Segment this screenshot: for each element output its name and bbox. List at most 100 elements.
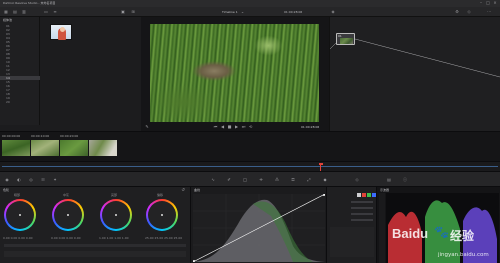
scope-scale	[379, 193, 385, 263]
channel-g-button[interactable]	[367, 193, 371, 197]
channel-y-button[interactable]	[357, 193, 361, 197]
slider-2[interactable]	[351, 207, 373, 209]
slider-3[interactable]	[351, 213, 373, 215]
blur-icon[interactable]: ⁂	[274, 177, 280, 182]
watermark-cn: 经验	[450, 229, 475, 243]
curve-point-start	[193, 260, 195, 262]
color-wheels-panel: 色轮 ↺ 暗部 0.00 0.00 0.00 0.00 中灰 0.00 0.00…	[0, 187, 190, 263]
top-toolbar: ▦ ▤ ▥ ▭ ≡ ▣ ⊞ Timeline 1 ⌄ 01:00:28:06 ◈…	[0, 7, 500, 17]
curve-point-end	[323, 194, 325, 196]
skip-start-icon[interactable]: ⏮	[213, 124, 218, 129]
media-pool-panel: 媒体池 01 02 03 04 05 06 07 08 09 10 11 12 …	[0, 17, 40, 125]
wheel-values-gain: 1.00 1.00 1.00 1.00	[99, 236, 129, 240]
play-icon[interactable]: ▶	[234, 124, 239, 129]
reset-wheels-icon[interactable]: ↺	[180, 187, 186, 192]
clip-label-2: 00:00:10:00	[31, 134, 50, 138]
stop-icon[interactable]: ■	[227, 124, 232, 129]
info-icon[interactable]: ⓘ	[402, 177, 408, 182]
rgb-mixer-icon[interactable]: ☷	[40, 177, 46, 182]
wheel-label-gamma: 中灰	[63, 193, 70, 197]
curves-icon[interactable]: ∿	[210, 177, 216, 182]
keyframes-icon[interactable]: ◇	[466, 9, 472, 14]
playhead-marker	[318, 163, 323, 165]
loop-icon[interactable]: ⟲	[248, 124, 253, 129]
rewind-icon[interactable]: ◀	[220, 124, 225, 129]
wheel-gamma[interactable]	[52, 199, 84, 231]
pen-icon[interactable]: ✎	[144, 124, 150, 129]
wheel-slider-bar[interactable]	[4, 244, 186, 247]
wheel-lift[interactable]	[4, 199, 36, 231]
more-icon[interactable]: ⋯	[486, 9, 492, 14]
watermark-url: jingyan.baidu.com	[438, 252, 489, 258]
color-wheels-title: 色轮	[3, 188, 10, 192]
scopes-icon[interactable]: ▤	[386, 177, 392, 182]
clip-thumb-4	[89, 140, 117, 156]
sizing-icon[interactable]: ⤢	[306, 177, 312, 182]
mini-timeline[interactable]	[0, 161, 500, 171]
media-item-20[interactable]: 20	[6, 100, 10, 104]
clip-item-1[interactable]: 00:00:00:00	[2, 134, 30, 159]
maximize-icon[interactable]: □	[485, 0, 491, 5]
timeline-track	[2, 166, 498, 167]
layout-icon[interactable]: ⊞	[130, 9, 136, 14]
lut-icon[interactable]: ▥	[21, 9, 27, 14]
wheel-values-lift: 0.00 0.00 0.00 0.00	[3, 236, 33, 240]
viewer-image	[150, 24, 319, 122]
gallery-icon[interactable]: ▤	[12, 9, 18, 14]
minimize-icon[interactable]: –	[478, 0, 484, 5]
viewer-icon[interactable]: ▣	[120, 9, 126, 14]
clip-thumb-1	[2, 140, 30, 156]
key-icon[interactable]: ⚿	[290, 177, 296, 182]
skip-end-icon[interactable]: ⏭	[241, 124, 246, 129]
window-icon[interactable]: ◯	[242, 177, 248, 182]
wheel-label-gain: 亮部	[111, 193, 118, 197]
thumbnail-face-icon	[59, 27, 65, 32]
clip-item-2[interactable]: 00:00:10:00	[31, 134, 59, 159]
curves-graph[interactable]	[193, 194, 325, 262]
wheel-gain[interactable]	[100, 199, 132, 231]
keyframes-panel-icon[interactable]: ◇	[354, 177, 360, 182]
close-icon[interactable]: ×	[492, 0, 498, 5]
viewer-dropdown-icon[interactable]: ⌄	[240, 9, 245, 14]
media-pool-title: 媒体池	[3, 18, 13, 22]
color-wheels-icon[interactable]: ◎	[28, 177, 34, 182]
color-node[interactable]: 01	[336, 33, 355, 45]
watermark-paw-icon: 🐾	[434, 225, 449, 239]
clip-thumb-3	[60, 140, 88, 156]
node-output-link	[354, 38, 500, 78]
clip-thumb-2	[31, 140, 59, 156]
wheel-offset[interactable]	[146, 199, 178, 231]
channel-r-button[interactable]	[362, 193, 366, 197]
camera-raw-icon[interactable]: ◉	[4, 177, 10, 182]
clips-icon[interactable]: ▭	[43, 9, 49, 14]
wheel-values-offset: 25.00 25.00 25.00 25.00	[145, 236, 183, 240]
wheel-label-lift: 暗部	[14, 193, 21, 197]
slider-4[interactable]	[351, 219, 373, 221]
clip-label-3: 00:00:20:00	[60, 134, 79, 138]
clip-item-3[interactable]: 00:00:20:00	[60, 134, 88, 159]
threed-icon[interactable]: ◆	[322, 177, 328, 182]
timeline-icon[interactable]: ≡	[52, 9, 58, 14]
watermark-brand: Baidu	[392, 226, 429, 241]
color-match-icon[interactable]: ◐	[16, 177, 22, 182]
tracker-icon[interactable]: ✛	[258, 177, 264, 182]
lightbox-icon[interactable]: ⚙	[454, 9, 460, 14]
viewer-controls: ✎ ⏮ ◀ ■ ▶ ⏭ ⟲ 01:00:28:06	[141, 123, 329, 131]
nodes-icon[interactable]: ◈	[330, 9, 336, 14]
slider-1[interactable]	[351, 201, 373, 203]
viewer-clip-name: Timeline 1	[222, 10, 238, 14]
node-thumbnail	[340, 38, 353, 44]
media-pool-icon[interactable]: ▦	[3, 9, 9, 14]
wheel-label-offset: 偏移	[157, 193, 164, 197]
palette-toolbar: ◉ ◐ ◎ ☷ ✦ ∿ ✐ ◯ ✛ ⁂ ⚿ ⤢ ◆ ◇ ▤ ⓘ	[0, 171, 500, 187]
media-thumbnail[interactable]	[50, 24, 72, 40]
clip-item-4[interactable]	[89, 134, 117, 159]
motion-effects-icon[interactable]: ✦	[52, 177, 58, 182]
soft-clip-group	[330, 227, 374, 257]
curve-edit-panel	[326, 187, 376, 263]
window-title: DaVinci Resolve Studio - 未命名项目	[3, 1, 56, 5]
menu-bar: DaVinci Resolve Studio - 未命名项目 – □ ×	[0, 0, 500, 7]
qualifier-icon[interactable]: ✐	[226, 177, 232, 182]
wheel-bottom-controls	[4, 251, 186, 257]
clip-label-1: 00:00:00:00	[2, 134, 21, 138]
